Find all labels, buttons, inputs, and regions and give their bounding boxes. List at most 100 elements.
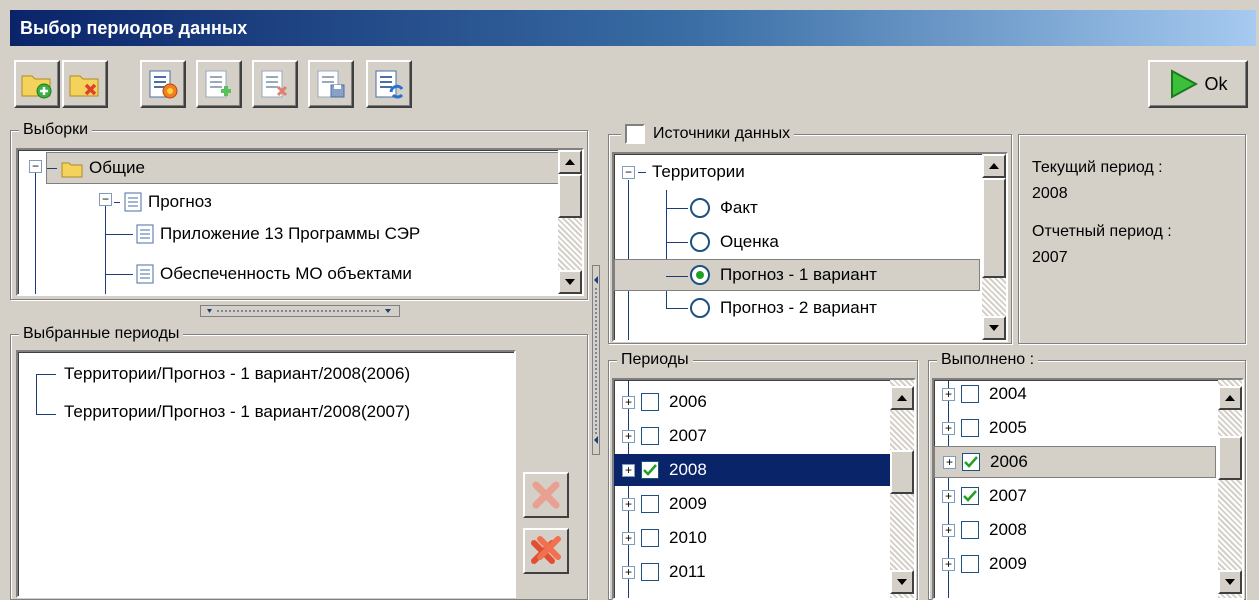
samples-scrollbar[interactable] (558, 150, 582, 294)
expand-icon[interactable]: + (942, 421, 955, 435)
radio-button-selected[interactable] (690, 265, 710, 285)
period-label: 2009 (669, 494, 707, 513)
source-option-forecast-2[interactable]: Прогноз - 2 вариант (690, 292, 877, 324)
tree-item-provision[interactable]: Обеспеченность МО объектами (136, 258, 412, 290)
checkbox[interactable] (641, 563, 659, 581)
delete-list-button[interactable] (252, 60, 298, 108)
expand-icon[interactable]: + (622, 497, 635, 511)
collapse-icon[interactable]: − (29, 160, 42, 173)
checkbox[interactable] (961, 555, 979, 573)
vertical-splitter[interactable] (592, 265, 600, 455)
expand-icon[interactable]: + (622, 395, 635, 409)
done-period-item[interactable]: +2008 (934, 514, 1216, 546)
collapse-icon[interactable]: − (99, 193, 112, 206)
expand-icon[interactable]: + (942, 387, 955, 401)
scroll-thumb[interactable] (982, 178, 1006, 278)
tree-item-territories[interactable]: Территории (638, 156, 745, 188)
done-period-item[interactable]: +2005 (934, 412, 1216, 444)
add-folder-button[interactable] (14, 60, 60, 108)
scroll-down-button[interactable] (890, 570, 914, 594)
expand-icon[interactable]: + (622, 463, 635, 477)
scroll-thumb[interactable] (558, 174, 582, 218)
ok-button-label: Ok (1204, 73, 1228, 94)
ok-button[interactable]: Ok (1148, 60, 1248, 108)
expand-icon[interactable]: + (942, 523, 955, 537)
checkbox[interactable] (961, 521, 979, 539)
remove-period-button[interactable] (523, 472, 569, 518)
new-list-button[interactable] (140, 60, 186, 108)
done-period-item[interactable]: +2004 (934, 380, 1216, 410)
checkbox-checked[interactable] (961, 487, 979, 505)
checkbox[interactable] (641, 529, 659, 547)
period-item[interactable]: +2009 (614, 488, 890, 520)
selected-periods-list[interactable]: Территории/Прогноз - 1 вариант/2008(2006… (16, 350, 516, 598)
scroll-down-button[interactable] (982, 316, 1006, 340)
tree-item-appendix[interactable]: Приложение 13 Программы СЭР (136, 218, 420, 250)
radio-button[interactable] (690, 232, 710, 252)
scroll-thumb[interactable] (890, 450, 914, 494)
periods-list[interactable]: +2006 +2007 +2008 +2009 +2010 +2011 (612, 378, 916, 600)
tree-item-general[interactable]: Общие (46, 152, 568, 184)
scroll-thumb[interactable] (1218, 436, 1242, 480)
radio-button[interactable] (690, 298, 710, 318)
checkbox[interactable] (961, 385, 979, 403)
done-scrollbar[interactable] (1218, 380, 1242, 598)
remove-all-periods-button[interactable] (523, 528, 569, 574)
done-period-item[interactable]: +2007 (934, 480, 1216, 512)
sources-tree[interactable]: − Территории Факт Оценка Прогноз - 1 вар… (612, 152, 1008, 342)
expand-icon[interactable]: + (622, 429, 635, 443)
save-list-button[interactable] (308, 60, 354, 108)
list-add-icon (205, 70, 231, 98)
arrow-down-icon (989, 325, 999, 331)
horizontal-splitter[interactable] (200, 305, 400, 317)
remove-all-icon (531, 536, 561, 564)
list-refresh-icon (375, 70, 404, 99)
checkbox[interactable] (961, 419, 979, 437)
delete-folder-button[interactable] (62, 60, 108, 108)
checkbox[interactable] (641, 393, 659, 411)
samples-tree[interactable]: − Общие − Прогноз Приложение 13 Программ… (16, 148, 584, 296)
source-option-forecast-1[interactable]: Прогноз - 1 вариант (614, 259, 980, 291)
periods-scrollbar[interactable] (890, 380, 914, 598)
add-list-button[interactable] (196, 60, 242, 108)
checkbox-checked[interactable] (641, 461, 659, 479)
expand-icon[interactable]: + (622, 531, 635, 545)
scroll-up-button[interactable] (1218, 386, 1242, 410)
period-item[interactable]: +2006 (614, 386, 890, 418)
checkbox[interactable] (641, 427, 659, 445)
source-option-label: Прогноз - 1 вариант (720, 265, 877, 284)
period-item[interactable]: +2010 (614, 522, 890, 554)
refresh-list-button[interactable] (366, 60, 412, 108)
period-item[interactable]: +2008 (614, 454, 890, 486)
sources-checkbox[interactable] (625, 124, 645, 144)
list-delete-icon (261, 70, 288, 98)
source-option-estimate[interactable]: Оценка (690, 226, 779, 258)
expand-icon[interactable]: + (942, 489, 955, 503)
done-period-item[interactable]: +2006 (934, 446, 1216, 478)
expand-icon[interactable]: + (942, 557, 955, 571)
arrow-down-icon (565, 279, 575, 285)
checkbox-checked[interactable] (962, 453, 980, 471)
source-option-fact[interactable]: Факт (690, 192, 758, 224)
scroll-up-button[interactable] (982, 154, 1006, 178)
done-period-label: 2004 (989, 384, 1027, 403)
selected-period-item[interactable]: Территории/Прогноз - 1 вариант/2008(2007… (64, 396, 410, 428)
period-item[interactable]: +2011 (614, 556, 890, 588)
scroll-up-button[interactable] (890, 386, 914, 410)
done-period-item[interactable]: +2009 (934, 548, 1216, 580)
done-period-label: 2007 (989, 486, 1027, 505)
collapse-icon[interactable]: − (622, 166, 635, 179)
tree-item-forecast[interactable]: Прогноз (114, 186, 212, 218)
done-list[interactable]: +2004 +2005 +2006 +2007 +2008 +2009 (932, 378, 1244, 600)
scroll-up-button[interactable] (558, 150, 582, 174)
radio-button[interactable] (690, 198, 710, 218)
checkbox[interactable] (641, 495, 659, 513)
selected-period-item[interactable]: Территории/Прогноз - 1 вариант/2008(2006… (64, 358, 410, 390)
period-label: 2006 (669, 392, 707, 411)
expand-icon[interactable]: + (943, 455, 956, 469)
scroll-down-button[interactable] (558, 270, 582, 294)
period-item[interactable]: +2007 (614, 420, 890, 452)
expand-icon[interactable]: + (622, 565, 635, 579)
sources-scrollbar[interactable] (982, 154, 1006, 340)
scroll-down-button[interactable] (1218, 570, 1242, 594)
